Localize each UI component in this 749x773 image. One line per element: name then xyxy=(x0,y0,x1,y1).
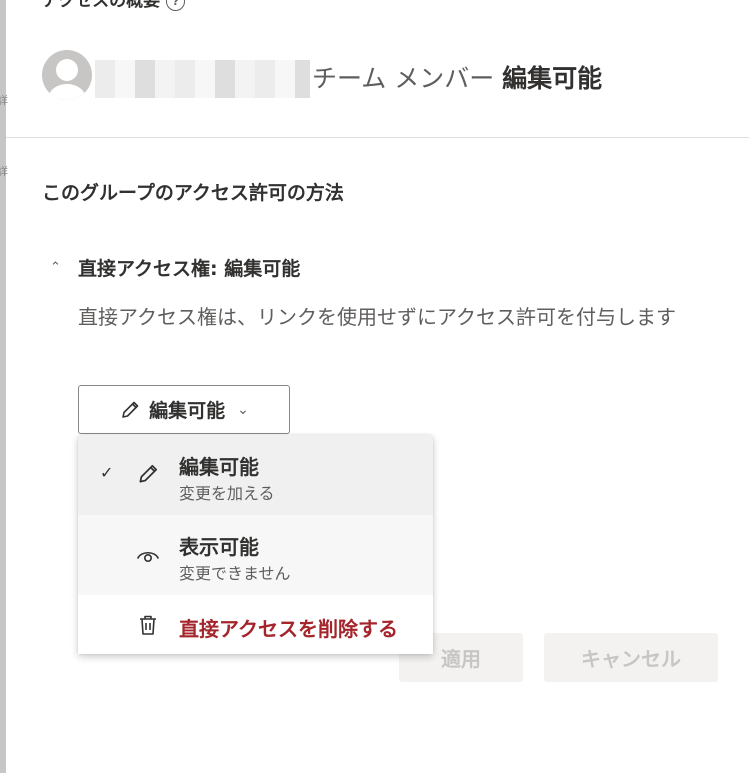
left-panel-text: 詳 xyxy=(0,94,8,107)
chevron-down-icon: ⌄ xyxy=(237,401,249,418)
cancel-button[interactable]: キャンセル xyxy=(544,633,718,682)
direct-access-expander[interactable]: ⌃ 直接アクセス権: 編集可能 xyxy=(50,254,300,281)
access-overview-title: アクセスの概要 xyxy=(42,0,161,11)
permission-dropdown-button[interactable]: 編集可能 ⌄ xyxy=(78,385,290,434)
access-overview-heading: アクセスの概要? xyxy=(42,0,186,11)
menu-item-subtitle: 変更を加える xyxy=(179,484,275,503)
permission-menu: ✓ 編集可能 変更を加える 表示可能 変更できません 直接アクセスを削除する xyxy=(78,435,433,654)
section-title: このグループのアクセス許可の方法 xyxy=(42,182,344,204)
left-panel-text: 詳 xyxy=(0,165,8,178)
member-permission: 編集可能 xyxy=(502,64,603,93)
member-role: チーム メンバー xyxy=(312,64,495,93)
divider xyxy=(6,137,749,138)
menu-item-can-edit[interactable]: ✓ 編集可能 変更を加える xyxy=(78,435,433,515)
member-summary: チーム メンバー 編集可能 xyxy=(312,59,602,95)
pencil-icon xyxy=(122,401,139,418)
checkmark-icon: ✓ xyxy=(100,463,114,482)
pencil-icon xyxy=(139,464,158,483)
menu-item-subtitle: 変更できません xyxy=(179,564,291,583)
chevron-up-icon: ⌃ xyxy=(50,260,61,275)
menu-item-title: 編集可能 xyxy=(179,455,259,479)
redacted-name xyxy=(95,60,310,98)
left-panel-edge xyxy=(0,0,6,773)
avatar-body-shape xyxy=(48,84,86,100)
avatar xyxy=(42,50,92,100)
avatar-head-shape xyxy=(56,59,78,81)
menu-item-can-view[interactable]: 表示可能 変更できません xyxy=(78,515,433,595)
eye-icon xyxy=(137,551,159,563)
menu-item-title: 表示可能 xyxy=(179,535,259,559)
menu-item-remove-direct-access[interactable]: 直接アクセスを削除する xyxy=(78,595,433,654)
info-icon[interactable]: ? xyxy=(166,0,186,11)
trash-icon xyxy=(140,615,156,635)
direct-access-label: 直接アクセス権: 編集可能 xyxy=(78,258,301,280)
direct-access-description: 直接アクセス権は、リンクを使用せずにアクセス許可を付与します xyxy=(78,305,676,329)
permission-dropdown-value: 編集可能 xyxy=(149,400,226,422)
menu-item-title: 直接アクセスを削除する xyxy=(179,617,398,641)
